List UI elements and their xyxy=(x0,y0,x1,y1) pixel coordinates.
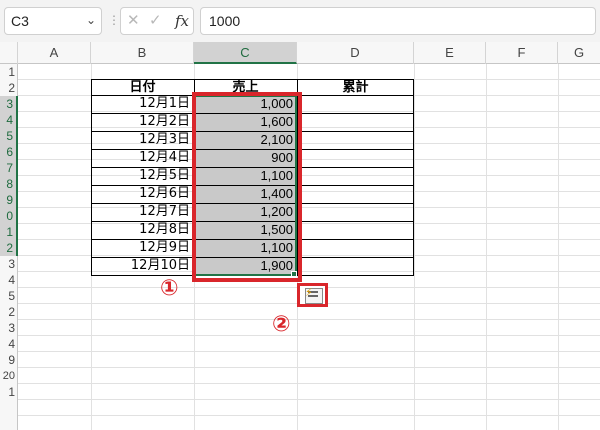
enter-icon[interactable]: ✓ xyxy=(149,11,162,29)
row-header[interactable]: 8 xyxy=(0,176,18,192)
formula-value: 1000 xyxy=(209,13,241,29)
column-header-d[interactable]: D xyxy=(297,42,414,64)
row-header[interactable]: 9 xyxy=(0,352,18,368)
formula-bar-menu-icon: ⋮ xyxy=(108,13,120,27)
row-header[interactable]: 20 xyxy=(0,368,18,384)
row-header[interactable]: 4 xyxy=(0,112,18,128)
quick-analysis-button[interactable]: ⚡ xyxy=(297,283,328,307)
insert-function-icon[interactable]: fx xyxy=(175,12,189,30)
row-header[interactable]: 0 xyxy=(0,208,18,224)
row-header[interactable]: 9 xyxy=(0,192,18,208)
column-header-a[interactable]: A xyxy=(18,42,91,64)
select-all-corner[interactable] xyxy=(0,42,18,64)
row-header[interactable]: 1 xyxy=(0,224,18,240)
column-header-b[interactable]: B xyxy=(91,42,194,64)
row-header[interactable]: 2 xyxy=(0,304,18,320)
name-box-value: C3 xyxy=(11,13,29,29)
column-header-g[interactable]: G xyxy=(558,42,600,64)
row-header[interactable]: 3 xyxy=(0,96,18,112)
row-header[interactable]: 5 xyxy=(0,288,18,304)
quick-analysis-icon: ⚡ xyxy=(305,286,323,304)
row-header[interactable]: 2 xyxy=(0,80,18,96)
chevron-down-icon[interactable]: ⌄ xyxy=(86,13,96,27)
row-header[interactable]: 3 xyxy=(0,256,18,272)
callout-1: ① xyxy=(160,276,179,301)
row-header[interactable]: 3 xyxy=(0,320,18,336)
callout-2: ② xyxy=(272,312,291,337)
row-headers: 1 2 3 4 5 6 7 8 9 0 1 2 3 4 5 2 3 4 9 20… xyxy=(0,64,18,430)
row-header[interactable]: 6 xyxy=(0,144,18,160)
row-header[interactable]: 1 xyxy=(0,384,18,400)
column-headers: A B C D E F G xyxy=(0,42,600,64)
formula-input[interactable]: 1000 xyxy=(200,7,596,35)
column-header-f[interactable]: F xyxy=(486,42,558,64)
column-header-c[interactable]: C xyxy=(194,42,297,64)
row-header[interactable]: 4 xyxy=(0,272,18,288)
highlight-box-range xyxy=(192,92,302,282)
name-box[interactable]: C3 ⌄ xyxy=(4,7,102,35)
row-header[interactable]: 5 xyxy=(0,128,18,144)
formula-actions: ✕ ✓ fx xyxy=(120,7,194,35)
row-header[interactable]: 2 xyxy=(0,240,18,256)
column-header-e[interactable]: E xyxy=(414,42,486,64)
cancel-icon[interactable]: ✕ xyxy=(127,11,140,29)
row-header[interactable]: 7 xyxy=(0,160,18,176)
row-header[interactable]: 1 xyxy=(0,64,18,80)
row-header[interactable]: 4 xyxy=(0,336,18,352)
